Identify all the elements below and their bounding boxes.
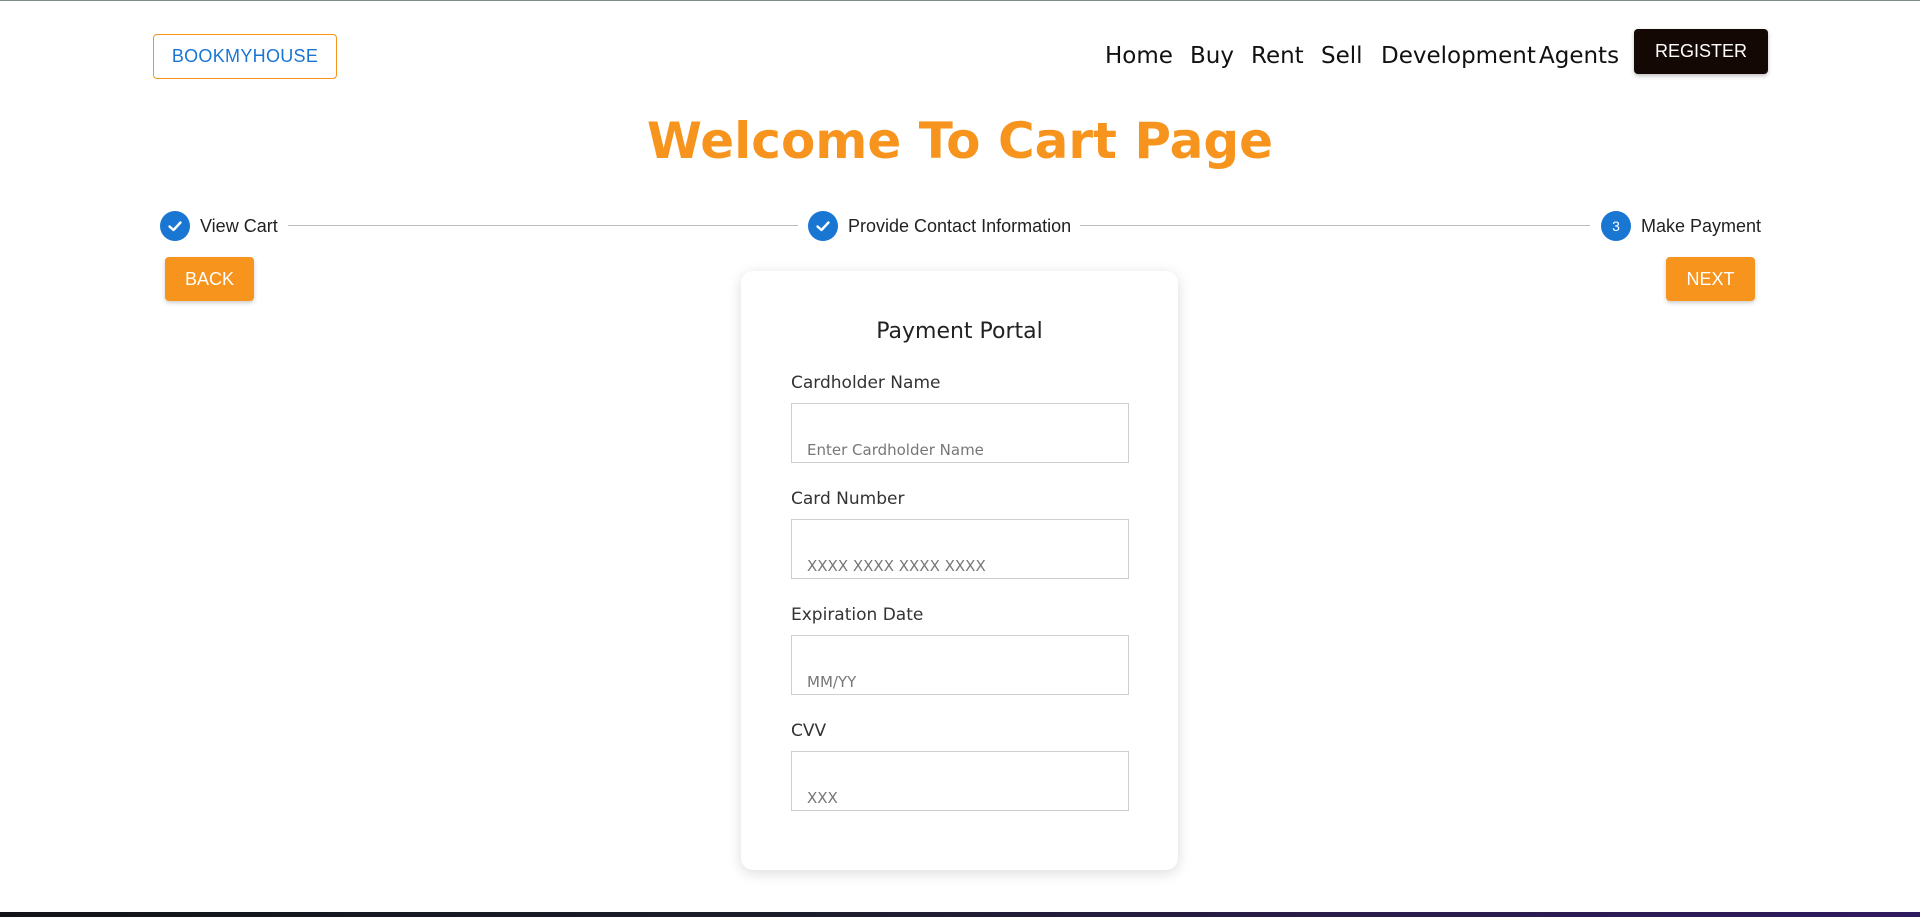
payment-portal-title: Payment Portal (876, 319, 1043, 344)
step-connector (1080, 225, 1590, 226)
nav-sell[interactable]: Sell (1321, 36, 1363, 76)
cardholder-name-label: Cardholder Name (791, 373, 941, 393)
step-1-label: View Cart (200, 216, 278, 236)
footer-edge (0, 912, 1920, 917)
main-nav: Home Buy Rent Sell Development Agents (0, 36, 1920, 76)
next-button[interactable]: NEXT (1666, 257, 1755, 301)
top-divider (0, 0, 1920, 1)
step-3-number: 3 (1601, 211, 1631, 241)
nav-buy[interactable]: Buy (1190, 36, 1234, 76)
nav-home[interactable]: Home (1105, 36, 1173, 76)
page-title: Welcome To Cart Page (646, 112, 1274, 170)
cardholder-name-input[interactable] (791, 403, 1129, 463)
step-2-label: Provide Contact Information (848, 216, 1072, 236)
nav-rent[interactable]: Rent (1251, 36, 1304, 76)
cvv-label: CVV (791, 721, 827, 741)
card-number-label: Card Number (791, 489, 905, 509)
expiration-date-label: Expiration Date (791, 605, 924, 625)
step-1-check-icon (160, 211, 190, 241)
card-number-input[interactable] (791, 519, 1129, 579)
step-3-label: Make Payment (1641, 216, 1762, 236)
expiration-date-input[interactable] (791, 635, 1129, 695)
nav-development[interactable]: Development (1381, 36, 1536, 76)
step-connector (288, 225, 798, 226)
cvv-input[interactable] (791, 751, 1129, 811)
step-2-check-icon (808, 211, 838, 241)
checkout-stepper: View Cart Provide Contact Information 3 … (0, 210, 1920, 242)
nav-agents[interactable]: Agents (1539, 36, 1619, 76)
payment-portal-card: Payment Portal Cardholder Name Card Numb… (741, 271, 1178, 870)
back-button[interactable]: BACK (165, 257, 254, 301)
register-button[interactable]: REGISTER (1634, 29, 1768, 74)
